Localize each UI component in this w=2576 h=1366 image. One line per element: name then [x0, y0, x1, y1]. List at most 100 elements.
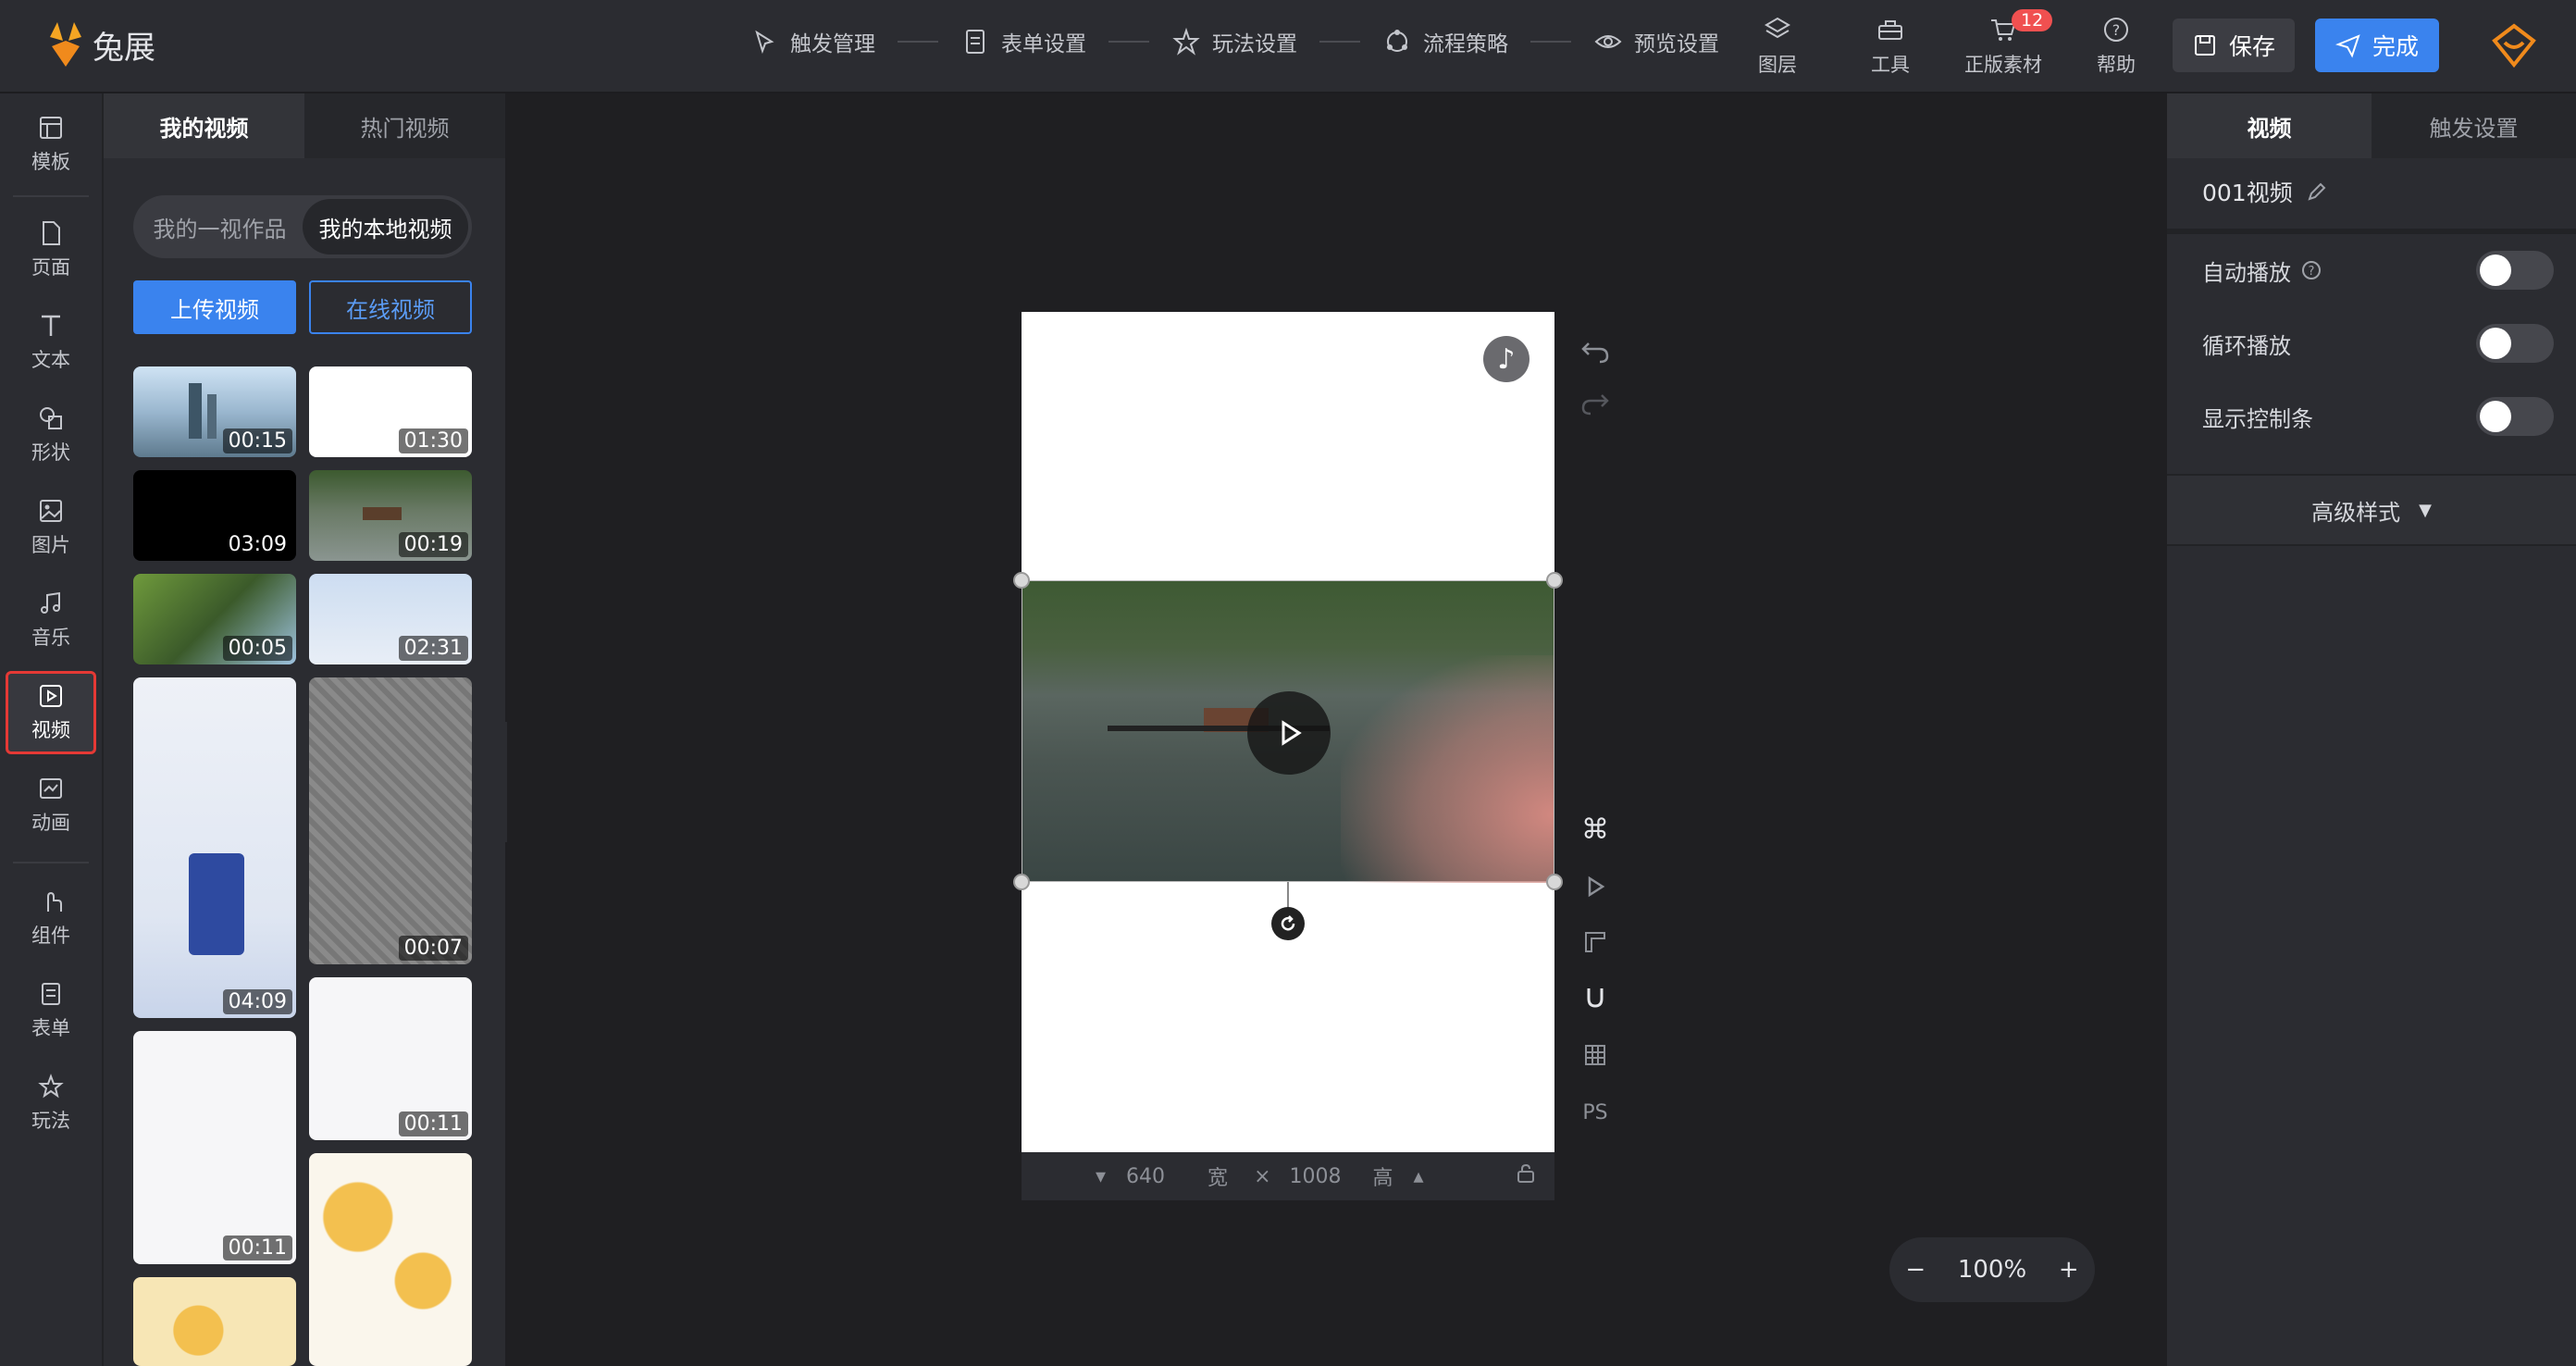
properties-tabs: 视频 触发设置 [2167, 93, 2576, 158]
play-icon[interactable] [1247, 691, 1331, 775]
video-thumbnail[interactable]: 00:05 [133, 574, 296, 664]
advanced-style-dropdown[interactable]: 高级样式 ▼ [2167, 474, 2576, 546]
width-decrease-icon[interactable]: ▾ [1096, 1165, 1106, 1188]
tab-my-videos[interactable]: 我的视频 [104, 93, 304, 158]
sidebar-item-text[interactable]: 文本 [6, 301, 96, 384]
tools-button[interactable]: 工具 [1834, 15, 1947, 78]
step-gameplay[interactable]: 玩法设置 [1171, 26, 1297, 57]
step-separator [1319, 41, 1360, 43]
loop-toggle[interactable] [2476, 324, 2554, 363]
sidebar-item-animation[interactable]: 动画 [6, 764, 96, 847]
undo-icon[interactable] [1579, 335, 1612, 368]
sidebar-item-form[interactable]: 表单 [6, 969, 96, 1052]
assets-button[interactable]: 12 正版素材 [1947, 9, 2060, 78]
resize-handle[interactable] [1546, 572, 1563, 589]
controls-row: 显示控制条 [2202, 390, 2554, 443]
sidebar-item-template[interactable]: 模板 [6, 103, 96, 186]
autoplay-toggle[interactable] [2476, 251, 2554, 290]
element-name-text: 001视频 [2202, 180, 2293, 206]
layers-button[interactable]: 图层 [1721, 15, 1834, 78]
done-button[interactable]: 完成 [2315, 19, 2439, 72]
step-trigger[interactable]: 触发管理 [749, 26, 875, 57]
resize-handle[interactable] [1013, 874, 1030, 890]
video-thumbnail[interactable]: 00:11 [309, 977, 472, 1140]
step-separator [1108, 41, 1149, 43]
edit-pencil-icon[interactable] [2306, 180, 2328, 203]
section-divider [2167, 229, 2576, 234]
video-duration: 03:09 [222, 532, 292, 557]
height-increase-icon[interactable]: ▴ [1414, 1165, 1424, 1188]
assets-label: 正版素材 [1964, 54, 2042, 76]
step-preview[interactable]: 预览设置 [1593, 26, 1719, 57]
app-logo[interactable]: 兔展 [44, 19, 155, 70]
tab-trigger-settings[interactable]: 触发设置 [2372, 93, 2576, 158]
sidebar-item-page[interactable]: 页面 [6, 208, 96, 292]
workflow-steps: 触发管理 表单设置 玩法设置 流程策略 预览设置 [749, 26, 1719, 57]
step-separator [898, 41, 938, 43]
segment-my-works[interactable]: 我的一视作品 [137, 199, 303, 255]
undo-arrow-icon [1581, 342, 1609, 364]
tab-hot-videos[interactable]: 热门视频 [304, 93, 505, 158]
magnet-glyph-icon [1587, 988, 1604, 1008]
video-icon [40, 685, 62, 707]
play-triangle-icon [1282, 720, 1302, 746]
video-thumbnail[interactable]: 00:11 [133, 1031, 296, 1264]
step-label: 表单设置 [1001, 32, 1086, 56]
ps-button[interactable]: PS [1579, 1096, 1612, 1129]
redo-icon[interactable] [1579, 387, 1612, 420]
lock-glyph-icon [1517, 1163, 1534, 1183]
zoom-level: 100% [1957, 1256, 2027, 1284]
zoom-in-button[interactable]: + [2059, 1256, 2079, 1284]
video-thumbnail[interactable]: 04:09 [133, 677, 296, 1018]
magnet-icon[interactable] [1579, 981, 1612, 1014]
width-input[interactable]: 640 [1126, 1165, 1182, 1188]
video-thumbnail[interactable]: 00:07 [309, 677, 472, 964]
sidebar-item-component[interactable]: 组件 [6, 876, 96, 960]
music-note-icon[interactable]: ♪ [1483, 336, 1530, 382]
video-thumbnail[interactable]: 00:19 [309, 470, 472, 561]
autoplay-row: 自动播放 ? [2202, 243, 2554, 297]
preview-play-icon[interactable] [1579, 870, 1612, 903]
tab-video[interactable]: 视频 [2167, 93, 2372, 158]
sidebar-item-label: 组件 [31, 925, 70, 947]
grid-icon[interactable] [1579, 1038, 1612, 1072]
video-thumbnail[interactable]: 00:15 [133, 366, 296, 457]
segment-local-videos[interactable]: 我的本地视频 [303, 199, 468, 255]
video-duration: 00:05 [222, 636, 292, 661]
form-icon [42, 983, 60, 1005]
user-avatar-icon[interactable] [2489, 20, 2539, 70]
ruler-icon[interactable] [1579, 925, 1612, 959]
height-input[interactable]: 1008 [1290, 1165, 1355, 1188]
sidebar-item-label: 动画 [31, 812, 70, 834]
video-thumbnail[interactable]: 02:31 [309, 574, 472, 664]
video-thumbnail [309, 1153, 472, 1366]
sidebar-item-video[interactable]: 视频 [6, 671, 96, 754]
resize-handle[interactable] [1546, 874, 1563, 890]
step-form[interactable]: 表单设置 [960, 26, 1086, 57]
shortcut-command-icon[interactable]: ⌘ [1579, 813, 1612, 846]
upload-video-button[interactable]: 上传视频 [133, 280, 296, 334]
help-circle-icon[interactable]: ? [2300, 259, 2322, 281]
layers-label: 图层 [1758, 54, 1797, 76]
sidebar-item-image[interactable]: 图片 [6, 486, 96, 569]
sidebar-item-shape[interactable]: 形状 [6, 393, 96, 477]
video-thumbnail[interactable]: 03:09 [133, 470, 296, 561]
zoom-out-button[interactable]: − [1905, 1256, 1926, 1284]
resize-handle[interactable] [1013, 572, 1030, 589]
video-duration: 02:31 [398, 636, 468, 661]
video-thumbnail[interactable]: 01:30 [309, 366, 472, 457]
step-flow[interactable]: 流程策略 [1382, 26, 1508, 57]
save-button[interactable]: 保存 [2173, 19, 2295, 72]
grid-glyph-icon [1585, 1045, 1605, 1065]
rotate-handle-icon[interactable] [1271, 907, 1305, 940]
help-button[interactable]: ? 帮助 [2060, 15, 2173, 78]
online-video-button[interactable]: 在线视频 [309, 280, 472, 334]
sidebar-item-music[interactable]: 音乐 [6, 578, 96, 662]
sidebar-item-gameplay[interactable]: 玩法 [6, 1062, 96, 1145]
left-icon-bar: 模板 页面 文本 形状 图片 音乐 视频 动画 组件 表单 玩法 [0, 93, 102, 1366]
controls-toggle[interactable] [2476, 397, 2554, 436]
logo-icon [50, 22, 81, 67]
lock-icon[interactable] [1516, 1163, 1536, 1189]
video-duration: 00:11 [398, 1111, 468, 1136]
assets-badge: 12 [2012, 9, 2053, 31]
